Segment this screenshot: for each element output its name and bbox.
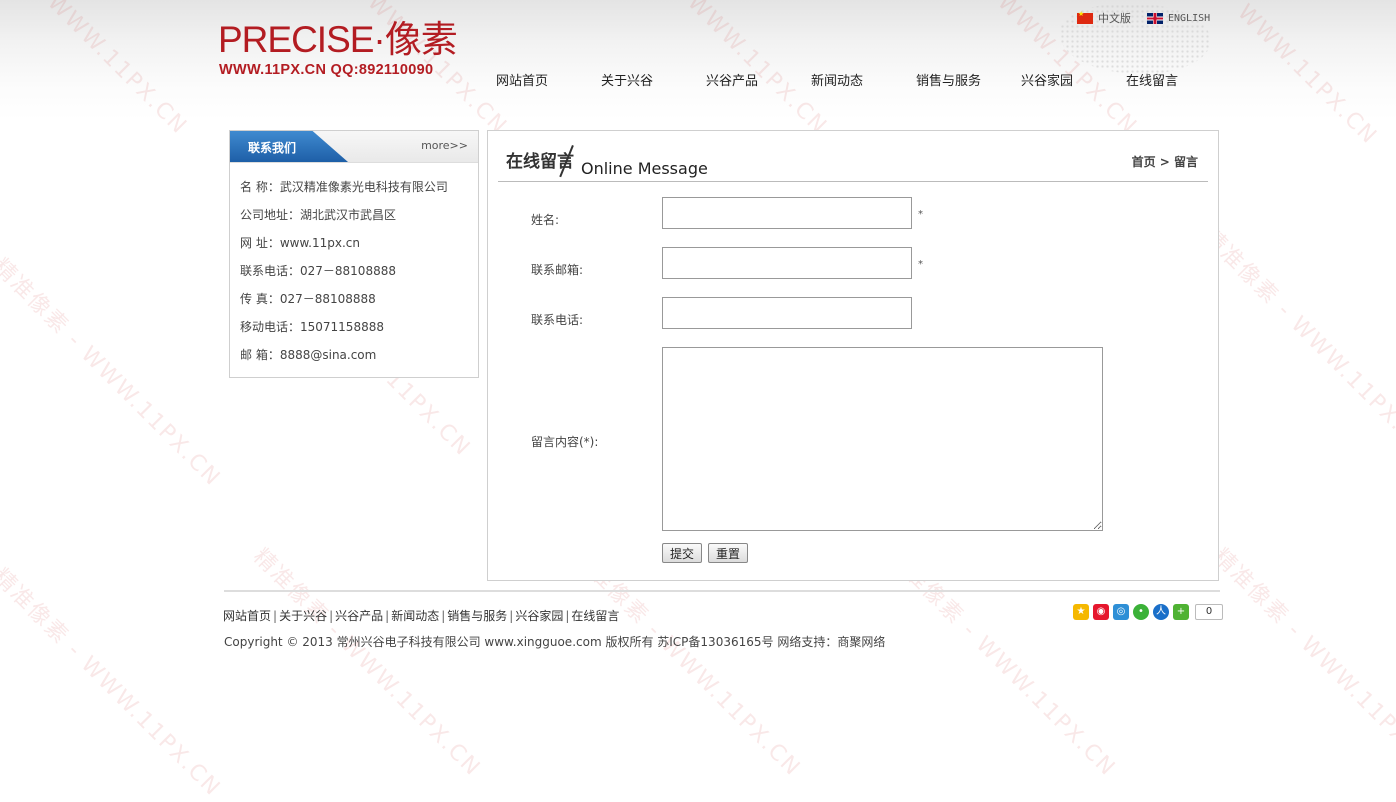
tencent-weibo-icon[interactable]: ◎ xyxy=(1113,604,1129,620)
sidebar-more-link[interactable]: more>> xyxy=(421,139,468,152)
nav-item-products[interactable]: 兴谷产品 xyxy=(706,70,758,89)
renren-icon[interactable]: 人 xyxy=(1153,604,1169,620)
message-panel: 在线留言 Online Message 首页 > 留言 姓名: * 联系邮箱: … xyxy=(487,130,1219,581)
sidebar-header: 联系我们 more>> xyxy=(230,131,478,163)
site-logo[interactable]: PRECISE·像素 WWW.11PX.CN QQ:892110090 xyxy=(218,20,478,82)
footer-separator: | xyxy=(509,609,514,623)
submit-button[interactable]: 提交 xyxy=(662,543,703,563)
phone-label: 联系电话: xyxy=(531,313,584,327)
uk-flag-icon xyxy=(1147,12,1163,24)
contact-fax: 传 真：027－88108888 xyxy=(240,292,376,306)
wechat-icon[interactable]: • xyxy=(1133,604,1149,620)
contact-company-name: 名 称：武汉精准像素光电科技有限公司 xyxy=(240,180,448,194)
name-label: 姓名: xyxy=(531,213,560,227)
footer-link-message[interactable]: 在线留言 xyxy=(571,609,619,623)
qzone-icon[interactable]: ★ xyxy=(1073,604,1089,620)
contact-email: 邮 箱：8888@sina.com xyxy=(240,348,377,362)
lang-english-label: ENGLISH xyxy=(1168,12,1211,24)
contact-website: 网 址：www.11px.cn xyxy=(240,236,360,250)
footer-divider xyxy=(224,590,1220,592)
copyright-text: Copyright © 2013 常州兴谷电子科技有限公司 www.xinggu… xyxy=(224,635,886,649)
watermark: 精准像素 - WWW.11PX.CN xyxy=(248,544,486,782)
weibo-icon[interactable]: ◉ xyxy=(1093,604,1109,620)
footer-separator: | xyxy=(385,609,390,623)
footer-links: 网站首页 | 关于兴谷 | 兴谷产品 | 新闻动态 | 销售与服务 | 兴谷家园 | 在线留言 xyxy=(223,607,619,624)
watermark: 精准像素 - WWW.11PX.CN xyxy=(1208,544,1396,782)
lang-chinese-link[interactable]: 中文版 xyxy=(1077,10,1131,26)
watermark: 精准像素 - WWW.11PX.CN xyxy=(0,564,226,802)
footer-link-news[interactable]: 新闻动态 xyxy=(391,609,439,623)
footer-separator: | xyxy=(329,609,334,623)
name-required-mark: * xyxy=(918,209,923,220)
lang-english-link[interactable]: ENGLISH xyxy=(1147,10,1210,26)
footer-link-products[interactable]: 兴谷产品 xyxy=(335,609,383,623)
email-label: 联系邮箱: xyxy=(531,263,584,277)
title-divider xyxy=(498,181,1208,182)
footer-link-about[interactable]: 关于兴谷 xyxy=(279,609,327,623)
content-label: 留言内容(*): xyxy=(531,435,599,449)
nav-item-about[interactable]: 关于兴谷 xyxy=(601,70,653,89)
footer-link-community[interactable]: 兴谷家园 xyxy=(515,609,563,623)
nav-item-message[interactable]: 在线留言 xyxy=(1126,70,1178,89)
reset-button[interactable]: 重置 xyxy=(708,543,749,563)
email-required-mark: * xyxy=(918,259,923,270)
watermark: 精准像素 - WWW.11PX.CN xyxy=(1198,224,1396,462)
phone-field[interactable] xyxy=(662,297,912,329)
china-flag-icon xyxy=(1077,10,1093,24)
contact-list: 名 称：武汉精准像素光电科技有限公司 公司地址：湖北武汉市武昌区 网 址：www… xyxy=(240,178,448,374)
footer-separator: | xyxy=(441,609,446,623)
contact-phone: 联系电话：027－88108888 xyxy=(240,264,396,278)
share-count: 0 xyxy=(1195,604,1223,620)
nav-item-sales-service[interactable]: 销售与服务 xyxy=(916,70,981,89)
footer-link-home[interactable]: 网站首页 xyxy=(223,609,271,623)
share-bar: ★ ◉ ◎ • 人 + 0 xyxy=(1073,603,1223,621)
nav-item-community[interactable]: 兴谷家园 xyxy=(1021,70,1073,89)
contact-sidebar: 联系我们 more>> 名 称：武汉精准像素光电科技有限公司 公司地址：湖北武汉… xyxy=(229,130,479,378)
footer-link-sales-service[interactable]: 销售与服务 xyxy=(447,609,507,623)
nav-item-home[interactable]: 网站首页 xyxy=(496,70,548,89)
page-title-english: Online Message xyxy=(581,159,708,178)
contact-mobile: 移动电话：15071158888 xyxy=(240,320,384,334)
contact-address: 公司地址：湖北武汉市武昌区 xyxy=(240,208,397,222)
logo-tagline: WWW.11PX.CN QQ:892110090 xyxy=(219,62,434,78)
watermark: 精准像素 - WWW.11PX.CN xyxy=(0,254,226,492)
name-field[interactable] xyxy=(662,197,912,229)
email-field[interactable] xyxy=(662,247,912,279)
more-share-icon[interactable]: + xyxy=(1173,604,1189,620)
lang-chinese-label: 中文版 xyxy=(1098,12,1131,25)
breadcrumb[interactable]: 首页 > 留言 xyxy=(1132,153,1198,170)
message-content-field[interactable] xyxy=(662,347,1103,531)
footer-separator: | xyxy=(565,609,570,623)
nav-item-news[interactable]: 新闻动态 xyxy=(811,70,863,89)
logo-wordmark: PRECISE·像素 xyxy=(218,19,458,60)
sidebar-title: 联系我们 xyxy=(248,141,297,155)
footer-separator: | xyxy=(273,609,278,623)
